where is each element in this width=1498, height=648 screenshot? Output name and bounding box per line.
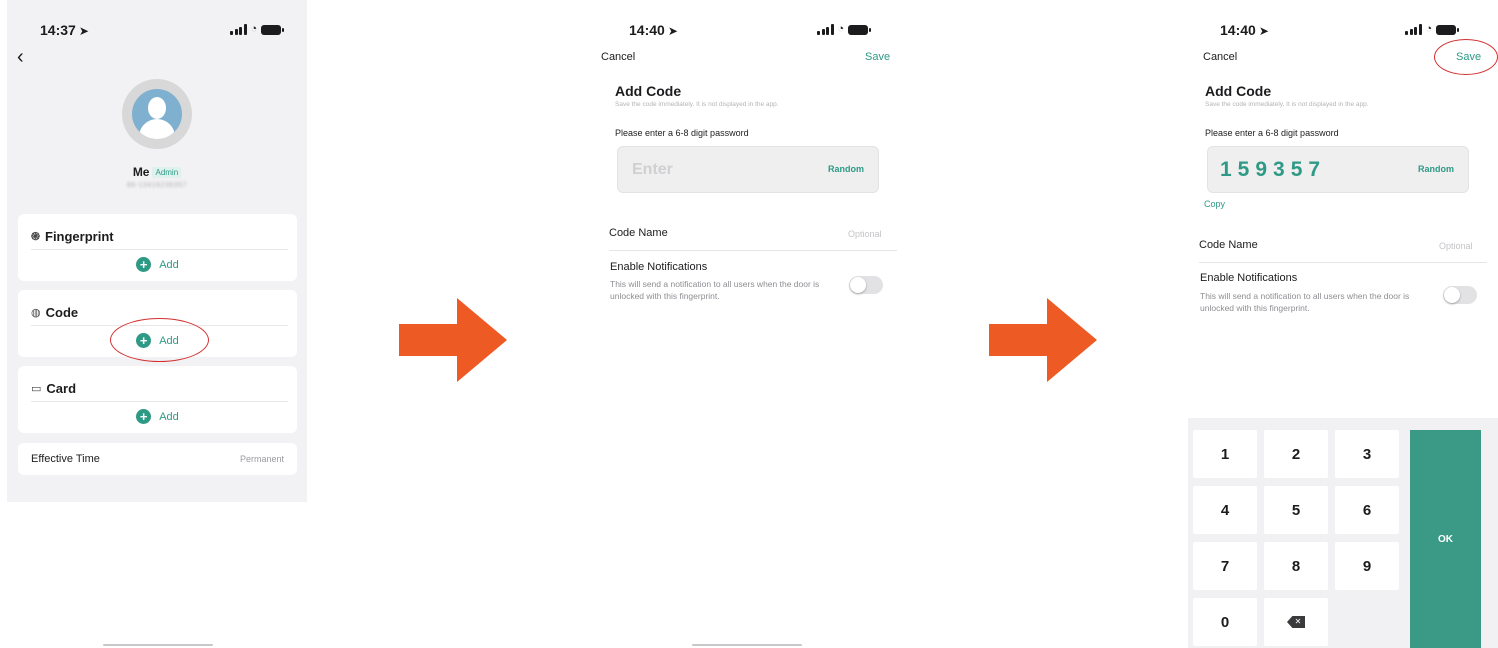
effective-time-value: Permanent — [239, 454, 284, 464]
effective-time-label: Effective Time — [31, 453, 100, 465]
page-subtitle: Save the code immediately. It is not dis… — [1205, 101, 1369, 108]
battery-icon — [261, 25, 285, 35]
home-indicator — [103, 644, 213, 646]
location-arrow-icon: ➤ — [667, 24, 678, 38]
flow-arrow-icon — [399, 298, 507, 382]
card-card: ▭ Card + Add — [18, 366, 297, 433]
divider — [31, 401, 288, 402]
code-name-input[interactable]: Optional — [848, 229, 882, 239]
random-button[interactable]: Random — [828, 164, 864, 174]
backspace-icon: ✕ — [1287, 616, 1305, 628]
user-name: Me Admin — [7, 165, 307, 179]
cancel-button[interactable]: Cancel — [601, 51, 635, 63]
add-code-screen-filled: 14:40 ➤ ◔ Cancel Save Add Code Save the c… — [1188, 0, 1498, 648]
status-bar: 14:40 ➤ ◔ — [629, 22, 889, 42]
status-time: 14:37 — [40, 22, 76, 38]
cellular-signal-icon — [817, 24, 834, 35]
divider — [31, 249, 288, 250]
flow-arrow-icon — [989, 298, 1097, 382]
notifications-toggle[interactable] — [1443, 286, 1477, 304]
notifications-title: Enable Notifications — [1200, 272, 1298, 284]
battery-icon — [1436, 25, 1460, 35]
key-3[interactable]: 3 — [1335, 430, 1399, 478]
status-indicators: ◔ — [1405, 23, 1460, 35]
fingerprint-icon: ֍ — [31, 231, 40, 243]
status-indicators: ◔ — [817, 23, 872, 35]
password-input[interactable]: Enter Random — [617, 146, 879, 193]
user-id: 86-13416236357 — [127, 182, 187, 189]
password-label: Please enter a 6-8 digit password — [1205, 128, 1339, 138]
back-chevron-icon[interactable]: ‹ — [17, 46, 24, 69]
code-name-label: Code Name — [609, 227, 668, 239]
role-badge: Admin — [152, 167, 182, 178]
code-name-input[interactable]: Optional — [1439, 241, 1473, 251]
highlight-ring — [110, 318, 209, 362]
fingerprint-card: ֍ Fingerprint + Add — [18, 214, 297, 281]
divider — [1199, 262, 1487, 263]
status-time: 14:40 — [1220, 22, 1256, 38]
key-8[interactable]: 8 — [1264, 542, 1328, 590]
cellular-signal-icon — [1405, 24, 1422, 35]
notifications-title: Enable Notifications — [610, 261, 708, 273]
key-5[interactable]: 5 — [1264, 486, 1328, 534]
key-4[interactable]: 4 — [1193, 486, 1257, 534]
notifications-description: This will send a notification to all use… — [610, 279, 820, 301]
battery-icon — [848, 25, 872, 35]
password-value: 159357 — [1220, 158, 1327, 181]
code-icon: ◍ — [31, 307, 41, 319]
save-button[interactable]: Save — [865, 51, 890, 63]
cancel-button[interactable]: Cancel — [1203, 51, 1237, 63]
cellular-signal-icon — [230, 24, 247, 35]
wifi-icon: ◔ — [837, 23, 845, 35]
page-title: Add Code — [615, 83, 682, 99]
numeric-keypad: 1 2 3 4 5 6 7 8 9 0 ✕ OK — [1188, 418, 1498, 648]
status-bar: 14:37 ➤ ◔ — [40, 22, 300, 42]
wifi-icon: ◔ — [250, 23, 258, 35]
key-9[interactable]: 9 — [1335, 542, 1399, 590]
section-title: Card — [46, 381, 77, 396]
status-indicators: ◔ — [230, 23, 285, 35]
plus-icon: + — [136, 409, 152, 424]
key-1[interactable]: 1 — [1193, 430, 1257, 478]
random-button[interactable]: Random — [1418, 164, 1454, 174]
add-code-screen-empty: 14:40 ➤ ◔ Cancel Save Add Code Save the c… — [597, 0, 899, 648]
status-bar: 14:40 ➤ ◔ — [1220, 22, 1490, 42]
effective-time-row[interactable]: Effective Time Permanent — [18, 443, 297, 475]
user-detail-screen: 14:37 ➤ ◔ ‹ Me Admin 86-13416236357 ֍ Finge… — [7, 0, 307, 502]
key-0[interactable]: 0 — [1193, 598, 1257, 646]
home-indicator — [692, 644, 802, 646]
card-icon: ▭ — [31, 383, 42, 395]
section-title: Fingerprint — [45, 229, 114, 244]
add-fingerprint-button[interactable]: + Add — [18, 257, 297, 272]
page-title: Add Code — [1205, 83, 1272, 99]
ok-button[interactable]: OK — [1410, 430, 1481, 648]
wifi-icon: ◔ — [1425, 23, 1433, 35]
status-time: 14:40 — [629, 22, 665, 38]
user-silhouette-icon — [132, 89, 182, 139]
plus-icon: + — [136, 257, 152, 272]
notifications-description: This will send a notification to all use… — [1200, 291, 1410, 313]
key-6[interactable]: 6 — [1335, 486, 1399, 534]
highlight-ring — [1434, 39, 1498, 75]
password-label: Please enter a 6-8 digit password — [615, 128, 749, 138]
code-name-label: Code Name — [1199, 239, 1258, 251]
location-arrow-icon: ➤ — [1258, 24, 1269, 38]
key-7[interactable]: 7 — [1193, 542, 1257, 590]
page-subtitle: Save the code immediately. It is not dis… — [615, 101, 779, 108]
divider — [609, 250, 897, 251]
add-card-button[interactable]: + Add — [18, 409, 297, 424]
password-input[interactable]: 159357 Random — [1207, 146, 1469, 193]
section-title: Code — [45, 305, 79, 320]
notifications-toggle[interactable] — [849, 276, 883, 294]
location-arrow-icon: ➤ — [78, 24, 89, 38]
copy-button[interactable]: Copy — [1204, 199, 1225, 209]
avatar — [122, 79, 192, 149]
password-placeholder: Enter — [632, 161, 673, 178]
key-2[interactable]: 2 — [1264, 430, 1328, 478]
backspace-key[interactable]: ✕ — [1264, 598, 1328, 646]
